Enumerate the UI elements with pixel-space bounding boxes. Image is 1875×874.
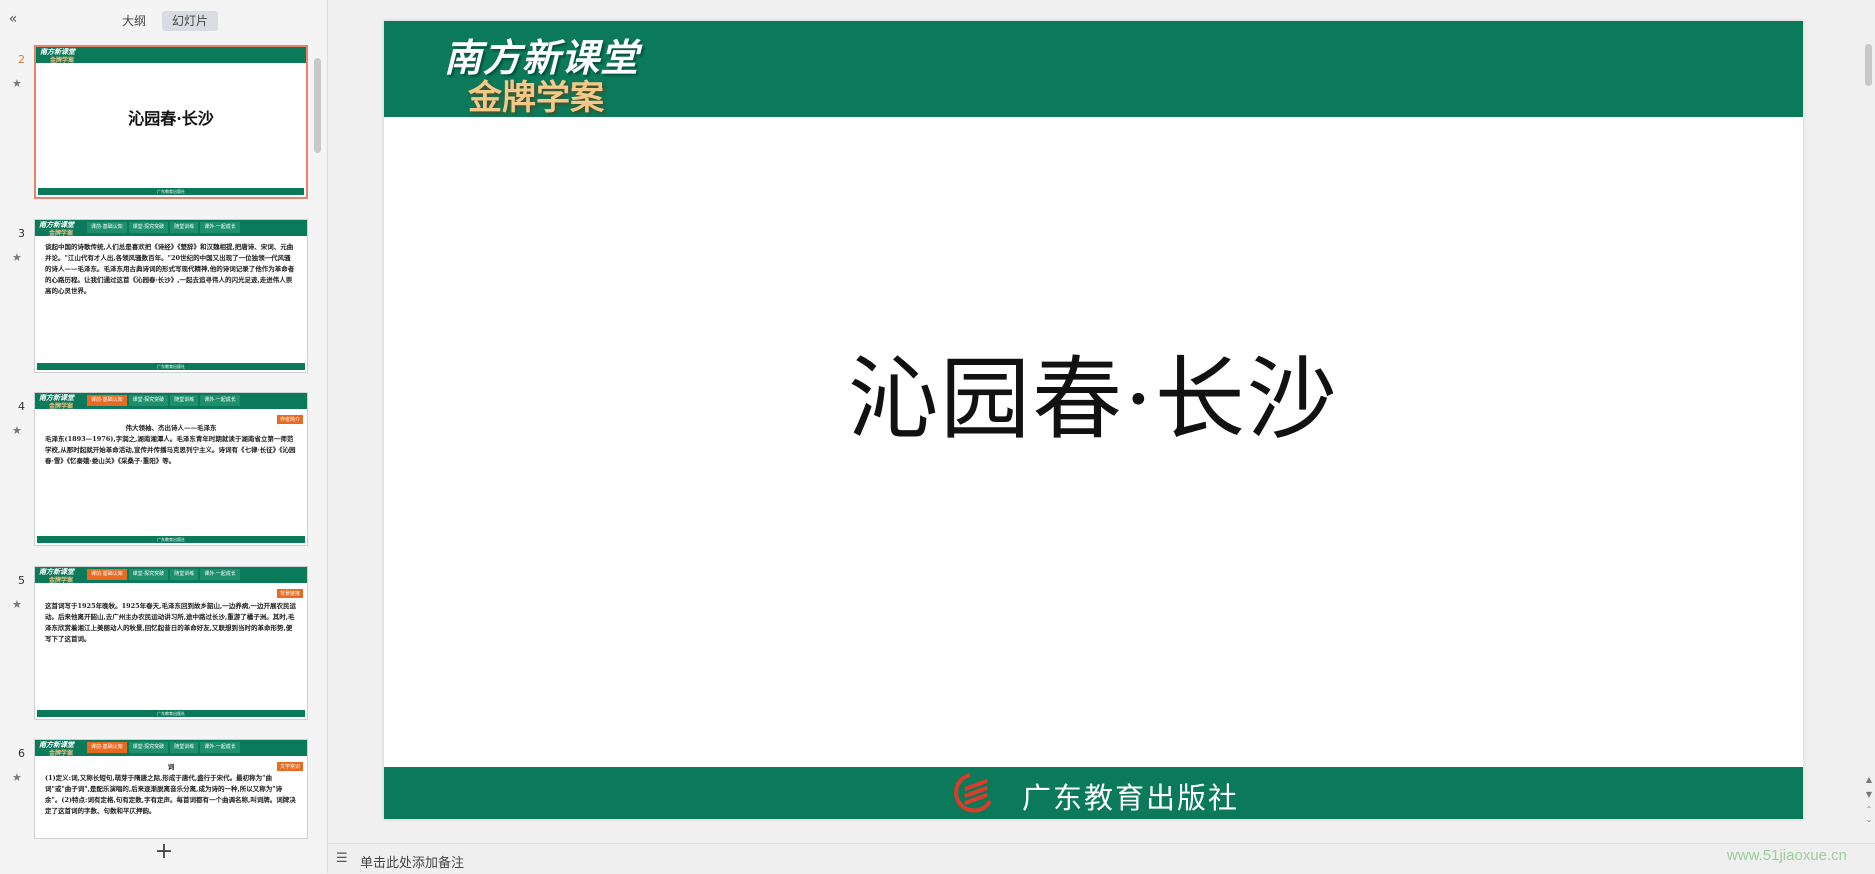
- tab-slides[interactable]: 幻灯片: [162, 11, 219, 31]
- thumb-nav-item: 课前·基础认知: [87, 395, 127, 406]
- thumb-nav: 课前·基础认知 课堂·探究突破 随堂训练 课外·一起成长: [87, 742, 240, 753]
- thumb-footer: 广东教育出版社: [37, 536, 305, 543]
- thumb-nav-item: 课外·一起成长: [200, 395, 240, 406]
- slide-canvas[interactable]: 南方新课堂 金牌学案 沁园春·长沙 广东教育出版社: [384, 21, 1803, 819]
- thumb-nav-item: 课堂·探究突破: [128, 742, 169, 753]
- thumb-nav: 课前·基础认知 课堂·探究突破 随堂训练 课外·一起成长: [87, 222, 240, 233]
- editor-scrollbar[interactable]: ▲ ▼ ⌃ ⌄: [1862, 0, 1875, 830]
- tab-outline[interactable]: 大纲: [112, 11, 156, 31]
- star-icon[interactable]: ★: [12, 598, 22, 611]
- collapse-panel-icon[interactable]: «: [4, 10, 22, 28]
- slide-thumbnail-2[interactable]: 南方新课堂 金牌学案 沁园春·长沙 广东教育出版社: [34, 45, 308, 199]
- thumb-nav-item: 随堂训练: [170, 742, 199, 753]
- slide-thumbnail-6[interactable]: 南方新课堂 金牌学案 课前·基础认知 课堂·探究突破 随堂训练 课外·一起成长 …: [34, 739, 308, 839]
- publisher-logo-icon: [954, 773, 992, 813]
- thumb-nav-item: 课堂·探究突破: [128, 222, 169, 233]
- thumb-body: 伟大领袖、杰出诗人——毛泽东 毛泽东(1893—1976),字润之,湖南湘潭人。…: [35, 409, 307, 467]
- thumb-header: 南方新课堂 金牌学案 课前·基础认知 课堂·探究突破 随堂训练 课外·一起成长: [35, 740, 307, 757]
- publisher-name: 广东教育出版社: [1022, 781, 1240, 815]
- slide-thumbnail-4[interactable]: 南方新课堂 金牌学案 课前·基础认知 课堂·探究突破 随堂训练 课外·一起成长 …: [34, 392, 308, 546]
- slide-number: 3: [18, 227, 25, 240]
- thumb-logo-sub: 金牌学案: [50, 57, 75, 64]
- thumb-badge: 文学常识: [276, 762, 303, 771]
- thumb-text: 毛泽东(1893—1976),字润之,湖南湘潭人。毛泽东青年时期就读于湖南省立第…: [45, 435, 296, 465]
- watermark: www.51jiaoxue.cn: [1726, 847, 1847, 864]
- thumb-row-5: 5 ★ 南方新课堂 金牌学案 课前·基础认知 课堂·探究突破 随堂训练 课外·一…: [0, 566, 327, 724]
- slide-number: 6: [18, 747, 25, 760]
- thumb-badge: 作者简介: [276, 415, 303, 424]
- notes-placeholder[interactable]: 单击此处添加备注: [360, 852, 464, 871]
- thumb-nav-item: 课前·基础认知: [87, 742, 127, 753]
- star-icon[interactable]: ★: [12, 251, 22, 264]
- thumb-row-2: 2 ★ 南方新课堂 金牌学案 沁园春·长沙 广东教育出版社: [0, 45, 327, 203]
- thumb-nav-item: 随堂训练: [170, 569, 199, 580]
- thumb-nav: 课前·基础认知 课堂·探究突破 随堂训练 课外·一起成长: [87, 569, 240, 580]
- editor-scroll-thumb[interactable]: [1865, 44, 1872, 86]
- thumb-badge: 背景链接: [276, 589, 303, 598]
- thumb-nav-item: 随堂训练: [170, 222, 199, 233]
- slide-header-band: 南方新课堂 金牌学案: [384, 21, 1803, 118]
- notes-bar[interactable]: ☰ 单击此处添加备注: [328, 843, 1875, 874]
- thumb-nav-item: 随堂训练: [170, 395, 199, 406]
- thumb-nav-item: 课堂·探究突破: [128, 569, 169, 580]
- thumb-footer: 广东教育出版社: [37, 363, 305, 370]
- thumb-body: 这首词写于1925年晚秋。1925年春天,毛泽东回到故乡韶山,一边养病,一边开展…: [45, 602, 296, 643]
- thumb-footer: 广东教育出版社: [38, 188, 304, 195]
- thumb-header: 南方新课堂 金牌学案 课前·基础认知 课堂·探究突破 随堂训练 课外·一起成长: [35, 567, 307, 584]
- thumb-body: 谈起中国的诗歌传统,人们总是喜欢把《诗经》《楚辞》和汉魏相提,把唐诗、宋词、元曲…: [45, 243, 295, 295]
- thumb-subtitle: 伟大领袖、杰出诗人——毛泽东: [125, 424, 217, 432]
- thumb-logo-sub: 金牌学案: [49, 230, 74, 237]
- slide-number: 2: [18, 53, 25, 66]
- thumb-nav-item: 课外·一起成长: [200, 222, 240, 233]
- slide-number: 5: [18, 574, 25, 587]
- thumb-text: (1)定义:词,又称长短句,萌芽于隋唐之际,形成于唐代,盛行于宋代。最初称为"曲…: [45, 774, 296, 815]
- thumb-title: 沁园春·长沙: [128, 109, 214, 128]
- star-icon[interactable]: ★: [12, 77, 22, 90]
- slides-panel: « 大纲 幻灯片 2 ★ 南方新课堂 金牌学案 沁园春·长沙 广东教育出版社 3…: [0, 0, 328, 873]
- thumb-logo-sub: 金牌学案: [49, 403, 74, 410]
- thumb-footer: 广东教育出版社: [37, 710, 305, 717]
- thumb-header: 南方新课堂 金牌学案: [36, 47, 306, 64]
- star-icon[interactable]: ★: [12, 424, 22, 437]
- panel-scrollbar[interactable]: [314, 58, 321, 153]
- thumb-nav-item: 课外·一起成长: [200, 569, 240, 580]
- notes-lines-icon: ☰: [336, 851, 348, 866]
- thumb-nav-item: 课外·一起成长: [200, 742, 240, 753]
- star-icon[interactable]: ★: [12, 771, 22, 784]
- thumb-subtitle: 词: [167, 763, 175, 771]
- thumb-body: 词 (1)定义:词,又称长短句,萌芽于隋唐之际,形成于唐代,盛行于宋代。最初称为…: [35, 756, 307, 817]
- prev-slide-icon[interactable]: ⌃: [1864, 805, 1874, 814]
- slide-title[interactable]: 沁园春·长沙: [384, 326, 1803, 456]
- thumb-header: 南方新课堂 金牌学案 课前·基础认知 课堂·探究突破 随堂训练 课外·一起成长: [35, 220, 307, 237]
- thumb-nav: 课前·基础认知 课堂·探究突破 随堂训练 课外·一起成长: [87, 395, 240, 406]
- thumb-nav-item: 课前·基础认知: [87, 569, 127, 580]
- thumb-logo-sub: 金牌学案: [49, 577, 74, 584]
- brand-logo-sub: 金牌学案: [468, 78, 604, 118]
- thumb-logo-sub: 金牌学案: [49, 750, 74, 757]
- next-slide-icon[interactable]: ⌄: [1864, 815, 1874, 824]
- add-slide-icon[interactable]: +: [152, 840, 176, 864]
- thumb-nav-item: 课堂·探究突破: [128, 395, 169, 406]
- slide-thumbnail-5[interactable]: 南方新课堂 金牌学案 课前·基础认知 课堂·探究突破 随堂训练 课外·一起成长 …: [34, 566, 308, 720]
- thumb-header: 南方新课堂 金牌学案 课前·基础认知 课堂·探究突破 随堂训练 课外·一起成长: [35, 393, 307, 410]
- scroll-down-icon[interactable]: ▼: [1864, 790, 1874, 799]
- slide-thumbnail-3[interactable]: 南方新课堂 金牌学案 课前·基础认知 课堂·探究突破 随堂训练 课外·一起成长 …: [34, 219, 308, 373]
- slide-footer-band: 广东教育出版社: [384, 767, 1803, 819]
- scroll-up-icon[interactable]: ▲: [1864, 775, 1874, 784]
- slide-number: 4: [18, 400, 25, 413]
- thumb-row-4: 4 ★ 南方新课堂 金牌学案 课前·基础认知 课堂·探究突破 随堂训练 课外·一…: [0, 392, 327, 550]
- panel-tabs: 大纲 幻灯片: [112, 11, 219, 31]
- thumb-nav-item: 课前·基础认知: [87, 222, 127, 233]
- thumb-row-3: 3 ★ 南方新课堂 金牌学案 课前·基础认知 课堂·探究突破 随堂训练 课外·一…: [0, 219, 327, 377]
